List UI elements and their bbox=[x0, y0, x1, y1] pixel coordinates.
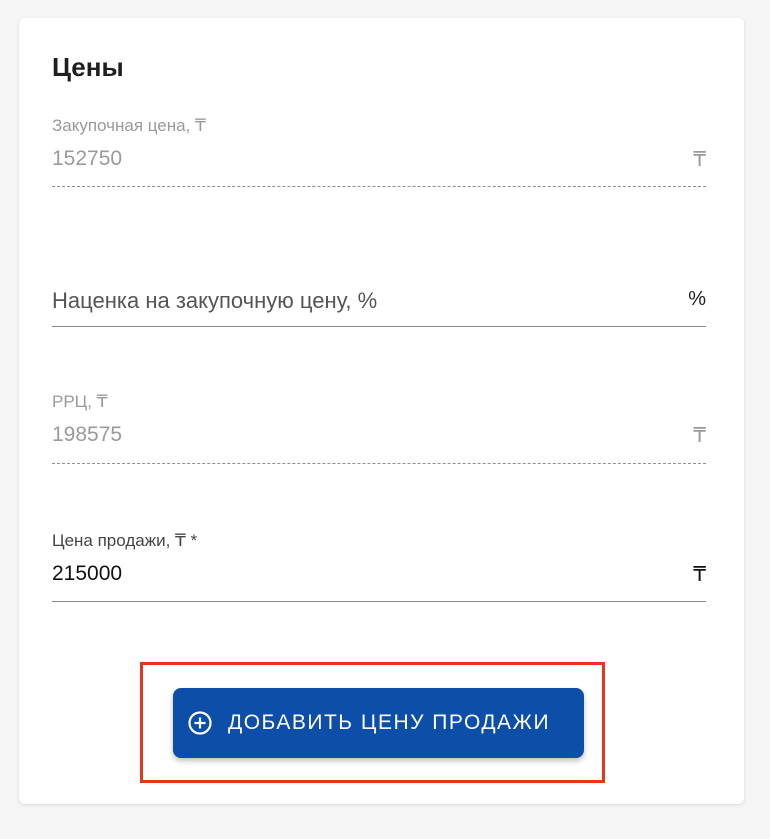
section-title: Цены bbox=[52, 52, 124, 82]
add-sale-price-label: ДОБАВИТЬ ЦЕНУ ПРОДАЖИ bbox=[228, 711, 551, 734]
markup-placeholder[interactable]: Наценка на закупочную цену, % bbox=[52, 288, 377, 314]
field-underline bbox=[52, 186, 706, 187]
rrp-value: 198575 bbox=[52, 423, 123, 446]
rrp-field: РРЦ, ₸ 198575 ₸ bbox=[52, 392, 706, 484]
tenge-suffix: ₸ bbox=[693, 564, 706, 586]
sale-price-value[interactable]: 215000 bbox=[52, 562, 122, 586]
add-sale-price-button[interactable]: ДОБАВИТЬ ЦЕНУ ПРОДАЖИ bbox=[173, 688, 584, 758]
plus-circle-icon bbox=[187, 710, 213, 736]
tenge-suffix: ₸ bbox=[693, 149, 706, 171]
field-underline bbox=[52, 601, 706, 602]
tenge-suffix: ₸ bbox=[693, 425, 706, 447]
field-underline bbox=[52, 326, 706, 327]
purchase-price-label: Закупочная цена, ₸ bbox=[52, 116, 206, 135]
field-underline bbox=[52, 463, 706, 464]
sale-price-field[interactable]: Цена продажи, ₸ * 215000 ₸ bbox=[52, 531, 706, 623]
sale-price-label: Цена продажи, ₸ * bbox=[52, 531, 198, 550]
markup-field[interactable]: Наценка на закупочную цену, % % bbox=[52, 280, 706, 350]
purchase-price-value: 152750 bbox=[52, 147, 123, 170]
rrp-label: РРЦ, ₸ bbox=[52, 392, 108, 411]
purchase-price-field: Закупочная цена, ₸ 152750 ₸ bbox=[52, 116, 706, 208]
percent-suffix: % bbox=[688, 288, 706, 310]
